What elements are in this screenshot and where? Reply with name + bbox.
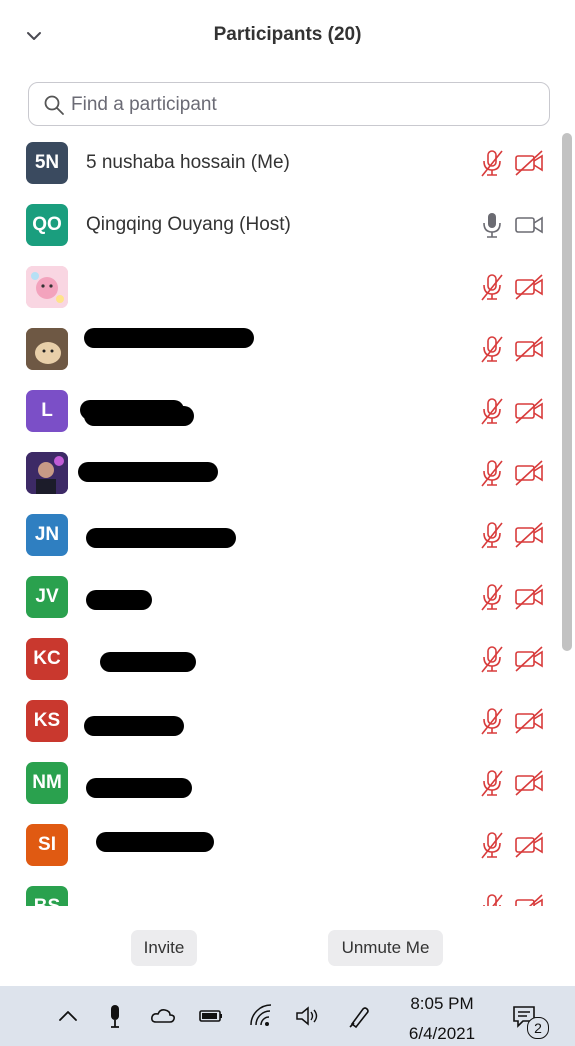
participant-row[interactable] bbox=[0, 318, 560, 380]
camera-off-icon[interactable] bbox=[514, 335, 544, 363]
camera-off-icon[interactable] bbox=[514, 273, 544, 301]
avatar: BS bbox=[26, 886, 68, 906]
taskbar: 8:05 PM 6/4/2021 2 bbox=[0, 986, 575, 1046]
participant-row[interactable] bbox=[0, 256, 560, 426]
speaker-volume-icon[interactable] bbox=[294, 1003, 320, 1029]
camera-off-icon[interactable] bbox=[514, 459, 544, 487]
avatar: KS bbox=[26, 700, 68, 742]
profile-photo bbox=[26, 328, 68, 370]
camera-off-icon[interactable] bbox=[514, 831, 544, 859]
redacted-name bbox=[100, 652, 196, 672]
clock-time: 8:05 PM bbox=[410, 994, 474, 1013]
scrollbar-thumb[interactable] bbox=[562, 133, 572, 651]
mic-muted-icon[interactable] bbox=[479, 644, 505, 674]
participant-row[interactable]: KS bbox=[0, 690, 560, 752]
mic-muted-icon[interactable] bbox=[479, 520, 505, 550]
redacted-name bbox=[78, 462, 218, 482]
panel-header: Participants (20) bbox=[0, 0, 575, 70]
camera-icon[interactable] bbox=[514, 211, 544, 239]
mic-muted-icon[interactable] bbox=[479, 334, 505, 364]
participant-list[interactable]: 5N 5 nushaba hossain (Me) QO Qingqing Ou… bbox=[0, 132, 575, 906]
clock-date: 6/4/2021 bbox=[408, 1024, 476, 1043]
participant-row[interactable]: JV bbox=[0, 566, 560, 628]
redacted-name bbox=[84, 328, 254, 348]
mic-muted-icon[interactable] bbox=[479, 768, 505, 798]
system-clock[interactable]: 8:05 PM 6/4/2021 bbox=[396, 992, 488, 1046]
participant-row[interactable]: 5N 5 nushaba hossain (Me) bbox=[0, 132, 560, 194]
participant-row[interactable]: KC bbox=[0, 628, 560, 690]
participant-row[interactable]: QO Qingqing Ouyang (Host) bbox=[0, 194, 560, 256]
avatar bbox=[26, 266, 68, 308]
avatar: 5N bbox=[26, 142, 68, 184]
camera-off-icon[interactable] bbox=[514, 149, 544, 177]
participant-row[interactable]: NM bbox=[0, 752, 560, 814]
participant-name: 5 nushaba hossain (Me) bbox=[86, 152, 290, 173]
redacted-name bbox=[80, 400, 184, 420]
invite-button[interactable]: Invite bbox=[131, 930, 197, 966]
mic-muted-icon[interactable] bbox=[479, 272, 505, 302]
mic-muted-icon[interactable] bbox=[479, 706, 505, 736]
participant-row[interactable] bbox=[0, 442, 560, 504]
camera-off-icon[interactable] bbox=[514, 521, 544, 549]
redacted-name bbox=[84, 716, 184, 736]
mic-muted-icon[interactable] bbox=[479, 458, 505, 488]
battery-icon[interactable] bbox=[198, 1003, 224, 1029]
avatar: JV bbox=[26, 576, 68, 618]
panel-title: Participants (20) bbox=[213, 24, 362, 45]
search-box[interactable] bbox=[28, 82, 550, 126]
search-icon bbox=[44, 95, 64, 115]
mic-icon[interactable] bbox=[479, 210, 505, 240]
mic-muted-icon[interactable] bbox=[479, 148, 505, 178]
mic-muted-icon[interactable] bbox=[479, 892, 505, 906]
camera-off-icon[interactable] bbox=[514, 645, 544, 673]
avatar: JN bbox=[26, 514, 68, 556]
avatar: KC bbox=[26, 638, 68, 680]
avatar bbox=[26, 452, 68, 494]
unmute-me-button[interactable]: Unmute Me bbox=[328, 930, 443, 966]
microphone-icon[interactable] bbox=[102, 1003, 128, 1029]
chevron-up-icon[interactable] bbox=[55, 1003, 81, 1029]
redacted-name bbox=[86, 528, 236, 548]
participant-name: Qingqing Ouyang (Host) bbox=[86, 214, 291, 235]
profile-photo bbox=[26, 266, 68, 308]
camera-off-icon[interactable] bbox=[514, 707, 544, 735]
camera-off-icon[interactable] bbox=[514, 769, 544, 797]
redacted-name bbox=[86, 590, 152, 610]
avatar: SI bbox=[26, 824, 68, 866]
pen-icon[interactable] bbox=[347, 1003, 373, 1029]
search-input[interactable] bbox=[69, 89, 533, 121]
onedrive-cloud-icon[interactable] bbox=[150, 1003, 176, 1029]
participant-row[interactable]: JN bbox=[0, 504, 560, 566]
avatar bbox=[26, 328, 68, 370]
redacted-name bbox=[96, 832, 214, 852]
mic-muted-icon[interactable] bbox=[479, 830, 505, 860]
redacted-name bbox=[86, 778, 192, 798]
camera-off-icon[interactable] bbox=[514, 893, 544, 906]
notification-count-badge: 2 bbox=[527, 1017, 549, 1039]
camera-off-icon[interactable] bbox=[514, 583, 544, 611]
participant-row[interactable]: L bbox=[0, 380, 560, 442]
wifi-icon[interactable] bbox=[248, 1003, 274, 1029]
avatar: NM bbox=[26, 762, 68, 804]
mic-muted-icon[interactable] bbox=[479, 582, 505, 612]
participant-row[interactable]: SI bbox=[0, 814, 560, 876]
camera-off-icon[interactable] bbox=[514, 397, 544, 425]
mic-muted-icon[interactable] bbox=[479, 396, 505, 426]
avatar: QO bbox=[26, 204, 68, 246]
profile-photo bbox=[26, 452, 68, 494]
avatar: L bbox=[26, 390, 68, 432]
participant-row[interactable]: BS bbox=[0, 876, 560, 906]
